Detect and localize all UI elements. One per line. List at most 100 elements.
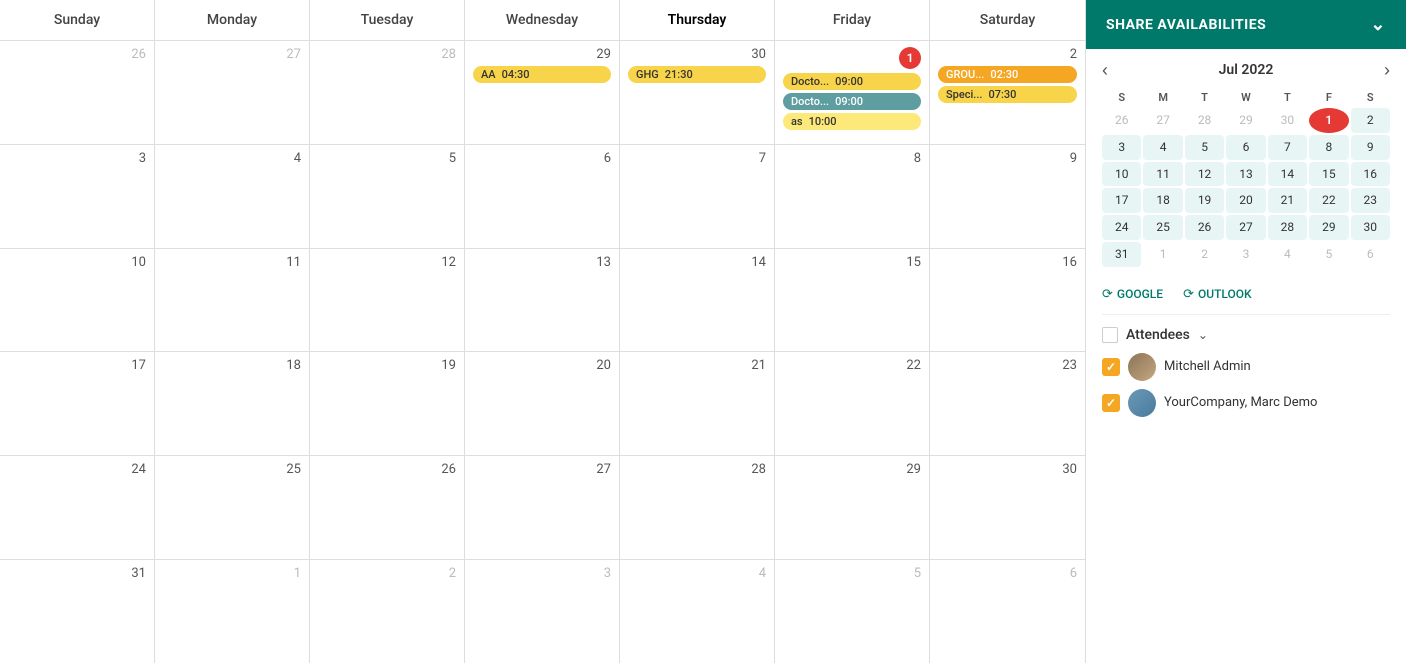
day-5[interactable]: 5 bbox=[310, 145, 465, 248]
event-ghg[interactable]: GHG 21:30 bbox=[628, 66, 766, 83]
day-2[interactable]: 2 GROU... 02:30 Speci... 07:30 bbox=[930, 41, 1085, 144]
mini-day-3[interactable]: 3 bbox=[1102, 135, 1141, 160]
day-9[interactable]: 9 bbox=[930, 145, 1085, 248]
mini-day-9[interactable]: 9 bbox=[1351, 135, 1390, 160]
day-30[interactable]: 30 bbox=[930, 456, 1085, 559]
day-5-aug[interactable]: 5 bbox=[775, 560, 930, 663]
day-28-jun[interactable]: 28 bbox=[310, 41, 465, 144]
day-23[interactable]: 23 bbox=[930, 352, 1085, 455]
mini-day-31[interactable]: 31 bbox=[1102, 242, 1141, 267]
mini-day-27[interactable]: 27 bbox=[1143, 108, 1182, 133]
day-20[interactable]: 20 bbox=[465, 352, 620, 455]
mini-day-28b[interactable]: 28 bbox=[1268, 215, 1307, 240]
mini-day-8[interactable]: 8 bbox=[1309, 135, 1348, 160]
outlook-sync-link[interactable]: ⟳ OUTLOOK bbox=[1183, 287, 1252, 302]
mini-day-6[interactable]: 6 bbox=[1226, 135, 1265, 160]
mini-day-4aug[interactable]: 4 bbox=[1268, 242, 1307, 267]
day-27-jun[interactable]: 27 bbox=[155, 41, 310, 144]
mini-day-5[interactable]: 5 bbox=[1185, 135, 1224, 160]
day-26[interactable]: 26 bbox=[310, 456, 465, 559]
mini-day-27b[interactable]: 27 bbox=[1226, 215, 1265, 240]
mini-day-30b[interactable]: 30 bbox=[1351, 215, 1390, 240]
mini-day-28[interactable]: 28 bbox=[1185, 108, 1224, 133]
mini-day-15[interactable]: 15 bbox=[1309, 162, 1348, 187]
day-14[interactable]: 14 bbox=[620, 249, 775, 352]
mini-day-25[interactable]: 25 bbox=[1143, 215, 1182, 240]
mini-day-14[interactable]: 14 bbox=[1268, 162, 1307, 187]
share-availabilities-button[interactable]: SHARE AVAILABILITIES ⌄ bbox=[1086, 0, 1406, 49]
day-17[interactable]: 17 bbox=[0, 352, 155, 455]
event-docto1[interactable]: Docto... 09:00 bbox=[783, 73, 921, 90]
day-2-aug[interactable]: 2 bbox=[310, 560, 465, 663]
day-12[interactable]: 12 bbox=[310, 249, 465, 352]
mini-day-29[interactable]: 29 bbox=[1226, 108, 1265, 133]
day-6[interactable]: 6 bbox=[465, 145, 620, 248]
mini-day-22[interactable]: 22 bbox=[1309, 188, 1348, 213]
day-18[interactable]: 18 bbox=[155, 352, 310, 455]
day-27[interactable]: 27 bbox=[465, 456, 620, 559]
day-19[interactable]: 19 bbox=[310, 352, 465, 455]
day-13[interactable]: 13 bbox=[465, 249, 620, 352]
mini-day-10[interactable]: 10 bbox=[1102, 162, 1141, 187]
day-6-aug[interactable]: 6 bbox=[930, 560, 1085, 663]
mini-day-5aug[interactable]: 5 bbox=[1309, 242, 1348, 267]
attendee-checkbox-marc[interactable]: ✓ bbox=[1102, 394, 1120, 412]
day-15[interactable]: 15 bbox=[775, 249, 930, 352]
mini-day-1aug[interactable]: 1 bbox=[1143, 242, 1182, 267]
mini-day-18[interactable]: 18 bbox=[1143, 188, 1182, 213]
mini-day-20[interactable]: 20 bbox=[1226, 188, 1265, 213]
day-7[interactable]: 7 bbox=[620, 145, 775, 248]
mini-day-12[interactable]: 12 bbox=[1185, 162, 1224, 187]
mini-day-1-today[interactable]: 1 bbox=[1309, 108, 1348, 133]
day-21[interactable]: 21 bbox=[620, 352, 775, 455]
day-3[interactable]: 3 bbox=[0, 145, 155, 248]
event-as[interactable]: as 10:00 bbox=[783, 113, 921, 130]
mini-day-4[interactable]: 4 bbox=[1143, 135, 1182, 160]
mini-day-26[interactable]: 26 bbox=[1102, 108, 1141, 133]
mini-day-30[interactable]: 30 bbox=[1268, 108, 1307, 133]
mini-day-24[interactable]: 24 bbox=[1102, 215, 1141, 240]
mini-day-21[interactable]: 21 bbox=[1268, 188, 1307, 213]
day-10[interactable]: 10 bbox=[0, 249, 155, 352]
prev-month-button[interactable]: ‹ bbox=[1102, 61, 1108, 79]
attendees-chevron-icon[interactable]: ⌄ bbox=[1198, 328, 1208, 342]
day-29[interactable]: 29 bbox=[775, 456, 930, 559]
mini-day-19[interactable]: 19 bbox=[1185, 188, 1224, 213]
mini-day-2aug[interactable]: 2 bbox=[1185, 242, 1224, 267]
mini-day-29b[interactable]: 29 bbox=[1309, 215, 1348, 240]
day-1-aug[interactable]: 1 bbox=[155, 560, 310, 663]
event-grou[interactable]: GROU... 02:30 bbox=[938, 66, 1077, 83]
day-number: 5 bbox=[449, 151, 456, 166]
mini-day-26b[interactable]: 26 bbox=[1185, 215, 1224, 240]
day-1-today[interactable]: 1 Docto... 09:00 Docto... 09:00 as 10:00 bbox=[775, 41, 930, 144]
day-28[interactable]: 28 bbox=[620, 456, 775, 559]
day-31[interactable]: 31 bbox=[0, 560, 155, 663]
event-aa[interactable]: AA 04:30 bbox=[473, 66, 611, 83]
next-month-button[interactable]: › bbox=[1384, 61, 1390, 79]
day-22[interactable]: 22 bbox=[775, 352, 930, 455]
mini-day-16[interactable]: 16 bbox=[1351, 162, 1390, 187]
google-sync-link[interactable]: ⟳ GOOGLE bbox=[1102, 287, 1163, 302]
day-29[interactable]: 29 AA 04:30 bbox=[465, 41, 620, 144]
mini-day-3aug[interactable]: 3 bbox=[1226, 242, 1265, 267]
event-docto2[interactable]: Docto... 09:00 bbox=[783, 93, 921, 110]
day-30[interactable]: 30 GHG 21:30 bbox=[620, 41, 775, 144]
day-11[interactable]: 11 bbox=[155, 249, 310, 352]
day-16[interactable]: 16 bbox=[930, 249, 1085, 352]
mini-day-23[interactable]: 23 bbox=[1351, 188, 1390, 213]
mini-day-17[interactable]: 17 bbox=[1102, 188, 1141, 213]
day-26-jun[interactable]: 26 bbox=[0, 41, 155, 144]
mini-day-6aug[interactable]: 6 bbox=[1351, 242, 1390, 267]
day-8[interactable]: 8 bbox=[775, 145, 930, 248]
mini-day-13[interactable]: 13 bbox=[1226, 162, 1265, 187]
day-4[interactable]: 4 bbox=[155, 145, 310, 248]
attendee-checkbox-mitchell[interactable]: ✓ bbox=[1102, 358, 1120, 376]
day-25[interactable]: 25 bbox=[155, 456, 310, 559]
day-24[interactable]: 24 bbox=[0, 456, 155, 559]
day-3-aug[interactable]: 3 bbox=[465, 560, 620, 663]
mini-day-2[interactable]: 2 bbox=[1351, 108, 1390, 133]
day-4-aug[interactable]: 4 bbox=[620, 560, 775, 663]
event-speci[interactable]: Speci... 07:30 bbox=[938, 86, 1077, 103]
mini-day-11[interactable]: 11 bbox=[1143, 162, 1182, 187]
mini-day-7[interactable]: 7 bbox=[1268, 135, 1307, 160]
